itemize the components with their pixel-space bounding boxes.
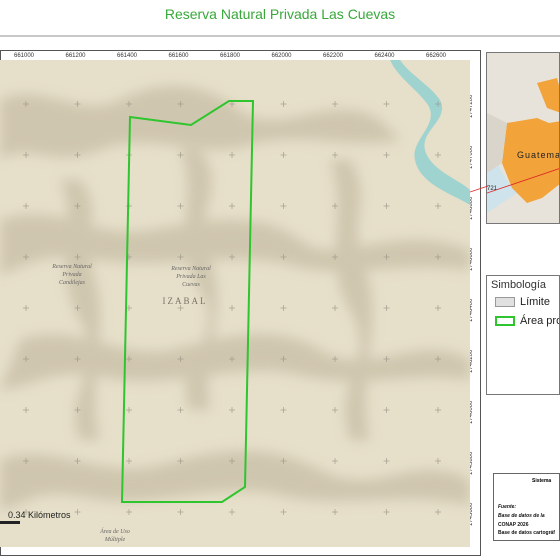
label-reserva-candilejas: Reserva Natural Privada Candilejas (52, 264, 92, 286)
legend-item-limite: Límite (495, 296, 550, 308)
info-line-4: Base de datos cartográf (498, 530, 555, 536)
terrain-layer (0, 60, 470, 547)
label-area-uso: Área de Uso Múltiple (100, 529, 130, 543)
inset-map[interactable]: Guatemala 721 (486, 52, 560, 224)
main-map[interactable]: Reserva Natural Privada Candilejas Reser… (0, 60, 470, 547)
x-tick-label: 661200 (65, 53, 86, 59)
inset-country-label: Guatemala (517, 150, 560, 160)
scale-label: 0.34 Kilómetros (8, 510, 71, 520)
scale-bar (0, 521, 20, 524)
info-line-1: Fuente: (498, 504, 517, 510)
legend-label-area: Área protegida (520, 315, 559, 327)
x-tick-label: 661600 (168, 53, 189, 59)
legend-title: Simbología (491, 279, 547, 291)
label-reserva-las-cuevas: Reserva Natural Privada Las Cuevas (171, 266, 211, 288)
label-department: IZABAL (162, 296, 208, 306)
x-tick-label: 661800 (220, 53, 241, 59)
info-box: Sistema Fuente: Base de datos de la CONA… (493, 473, 560, 541)
info-line-2: Base de datos de la (498, 513, 545, 519)
inset-graphic: Guatemala 721 (487, 53, 560, 223)
x-tick-label: 662200 (323, 53, 344, 59)
inset-connector (470, 185, 489, 193)
legend-swatch-limite (495, 297, 515, 308)
title-divider (0, 35, 560, 37)
x-tick-label: 662000 (271, 53, 292, 59)
x-tick-label: 661000 (14, 53, 35, 59)
legend-item-area: Área protegida (495, 315, 559, 327)
x-tick-label: 662400 (374, 53, 395, 59)
x-tick-label: 661400 (117, 53, 138, 59)
info-line-3: CONAP 2026 (498, 522, 529, 528)
info-title: Sistema (532, 478, 552, 484)
legend-panel: Simbología Límite Área protegida (486, 275, 560, 395)
legend-label-limite: Límite (520, 296, 550, 308)
map-title: Reserva Natural Privada Las Cuevas (164, 6, 396, 22)
x-tick-label: 662600 (426, 53, 447, 59)
legend-swatch-area (495, 316, 515, 327)
